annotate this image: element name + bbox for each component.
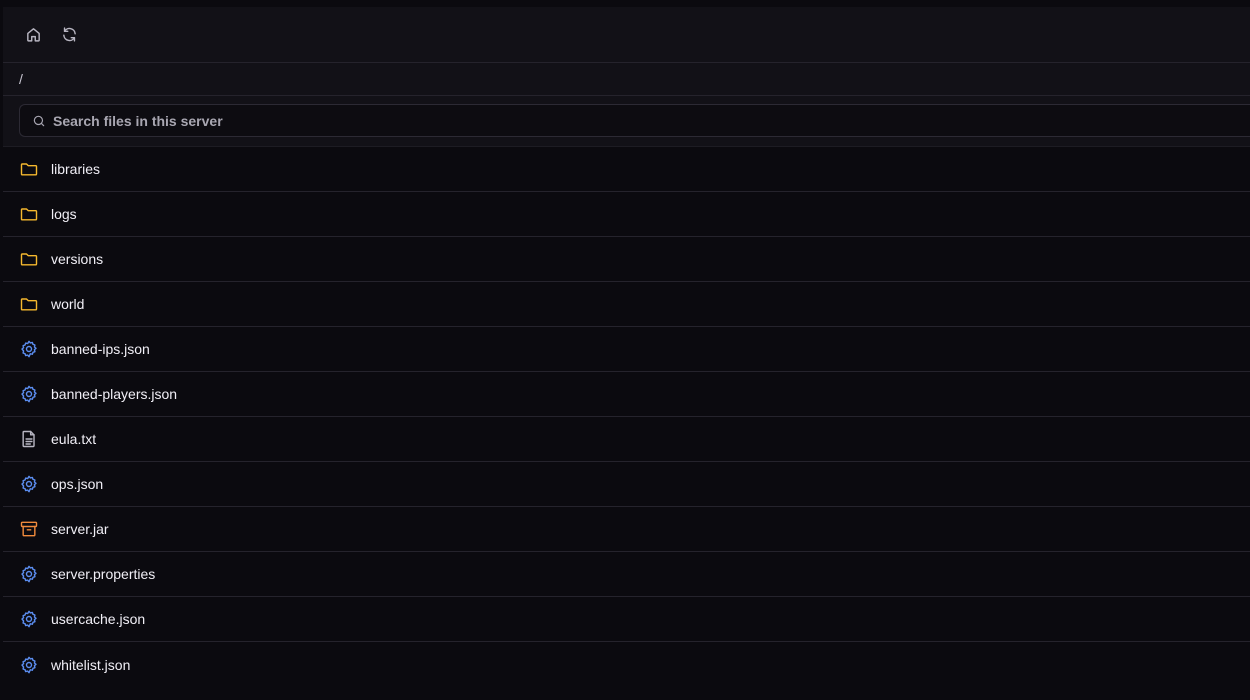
folder-icon: [19, 204, 39, 224]
search-input[interactable]: [53, 112, 653, 129]
file-name: server.jar: [51, 521, 109, 537]
breadcrumb-root[interactable]: /: [19, 71, 23, 87]
file-name: banned-ips.json: [51, 341, 150, 357]
refresh-button[interactable]: [56, 22, 82, 48]
breadcrumb: /: [3, 63, 1250, 96]
file-name: world: [51, 296, 85, 312]
archive-icon: [19, 519, 39, 539]
search-icon: [33, 115, 45, 126]
home-button[interactable]: [20, 22, 46, 48]
gear-icon: [19, 384, 39, 404]
file-manager: / libraries logs versions world banned-ips.j…: [3, 7, 1250, 700]
gear-icon: [19, 655, 39, 675]
file-manager-header: /: [3, 7, 1250, 147]
file-name: usercache.json: [51, 611, 146, 627]
file-row[interactable]: world: [3, 282, 1250, 327]
file-name: server.properties: [51, 566, 156, 582]
file-name: eula.txt: [51, 431, 97, 447]
gear-icon: [19, 564, 39, 584]
file-row[interactable]: banned-ips.json: [3, 327, 1250, 372]
search-bar: [3, 96, 1250, 147]
toolbar: [3, 7, 1250, 63]
folder-icon: [19, 294, 39, 314]
folder-icon: [19, 249, 39, 269]
file-row[interactable]: server.properties: [3, 552, 1250, 597]
file-row[interactable]: libraries: [3, 147, 1250, 192]
file-name: ops.json: [51, 476, 104, 492]
file-row[interactable]: banned-players.json: [3, 372, 1250, 417]
file-name: versions: [51, 251, 104, 267]
file-row[interactable]: ops.json: [3, 462, 1250, 507]
gear-icon: [19, 474, 39, 494]
file-row[interactable]: whitelist.json: [3, 642, 1250, 687]
file-name: banned-players.json: [51, 386, 178, 402]
file-name: whitelist.json: [51, 656, 131, 673]
folder-icon: [19, 159, 39, 179]
search-box[interactable]: [19, 104, 1250, 137]
gear-icon: [19, 609, 39, 629]
file-name: libraries: [51, 161, 101, 177]
file-list: libraries logs versions world banned-ips.jso…: [3, 147, 1250, 687]
file-row[interactable]: logs: [3, 192, 1250, 237]
file-row[interactable]: server.jar: [3, 507, 1250, 552]
refresh-icon: [62, 27, 76, 42]
gear-icon: [19, 339, 39, 359]
file-row[interactable]: eula.txt: [3, 417, 1250, 462]
file-row[interactable]: versions: [3, 237, 1250, 282]
file-name: logs: [51, 206, 77, 222]
file-text-icon: [19, 429, 39, 449]
file-row[interactable]: usercache.json: [3, 597, 1250, 642]
home-icon: [26, 28, 40, 42]
